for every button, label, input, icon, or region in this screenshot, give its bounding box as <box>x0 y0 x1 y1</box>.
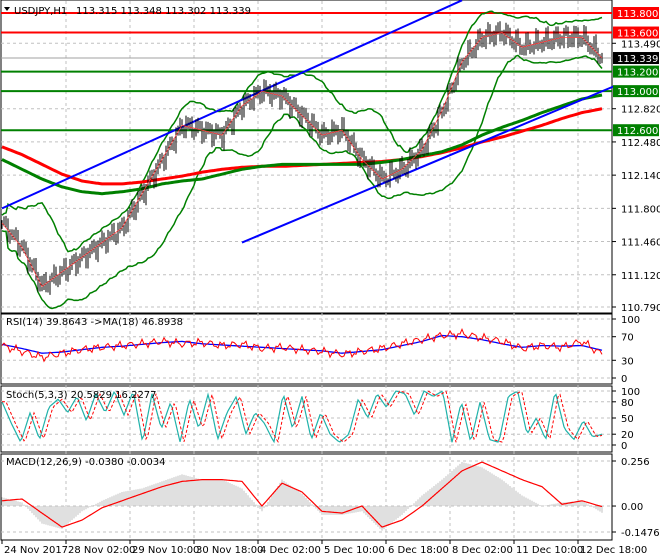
x-tick-label: 30 Nov 18:00 <box>196 545 263 556</box>
trading-chart[interactable]: 24 Nov 2017 28 Nov 02:0029 Nov 10:0030 No… <box>0 0 660 560</box>
level-tag-label: 113.000 <box>617 87 658 98</box>
level-tag-label: 113.600 <box>617 29 658 40</box>
y-tick-label: 112.820 <box>621 105 660 116</box>
y-tick-label: 113.490 <box>621 39 660 50</box>
x-tick-label: 6 Dec 18:00 <box>388 545 449 556</box>
ohlc-readout: 113.315 113.348 113.302 113.339 <box>76 6 251 17</box>
x-tick-label: 12 Dec 18:00 <box>580 545 647 556</box>
y-tick-label: 50 <box>621 414 634 425</box>
level-tag-label: 112.600 <box>617 126 658 137</box>
y-tick-label: 0 <box>621 441 627 452</box>
x-tick-label: 11 Dec 10:00 <box>516 545 583 556</box>
x-tick-label: 5 Dec 10:00 <box>324 545 385 556</box>
stoch-title: Stoch(5,3,3) 20.5829 16.2277 <box>6 390 157 401</box>
y-tick-label: 0.256 <box>621 457 650 468</box>
macd-title: MACD(12,26,9) -0.0380 -0.0034 <box>6 457 166 468</box>
axes: 24 Nov 2017 28 Nov 02:0029 Nov 10:0030 No… <box>1 7 660 556</box>
y-tick-label: 100 <box>621 315 640 326</box>
y-tick-label: 30 <box>621 356 634 367</box>
y-tick-label: 112.140 <box>621 171 660 182</box>
x-tick-label: 29 Nov 10:00 <box>132 545 199 556</box>
y-tick-label: 20 <box>621 430 634 441</box>
y-tick-label: 100 <box>621 387 640 398</box>
y-tick-label: 111.800 <box>621 204 660 215</box>
current-price-label: 113.339 <box>617 54 658 65</box>
price-panel[interactable] <box>1 0 615 310</box>
dropdown-triangle-icon[interactable] <box>4 7 10 11</box>
x-tick-label: 4 Dec 02:00 <box>260 545 321 556</box>
y-tick-label: 0 <box>621 374 627 385</box>
level-tag-label: 113.800 <box>617 9 658 20</box>
x-tick-label: 8 Dec 02:00 <box>452 545 513 556</box>
y-tick-label: 110.790 <box>621 303 660 314</box>
channel-upper <box>1 0 463 210</box>
level-tag-label: 113.200 <box>617 68 658 79</box>
y-tick-label: 111.120 <box>621 271 660 282</box>
y-tick-label: 0.00 <box>621 502 643 513</box>
macd-panel[interactable] <box>1 461 603 531</box>
y-tick-label: -0.1476 <box>621 528 660 539</box>
rsi-panel[interactable] <box>1 327 603 363</box>
y-tick-label: 70 <box>621 333 634 344</box>
x-tick-label: 28 Nov 02:00 <box>68 545 135 556</box>
y-tick-label: 80 <box>621 398 634 409</box>
x-tick-label: 24 Nov 2017 <box>4 545 68 556</box>
rsi-title: RSI(14) 39.8643 ->MA(18) 46.8938 <box>6 317 183 328</box>
symbol-label: USDJPY,H1 <box>14 6 67 17</box>
y-tick-label: 112.480 <box>621 138 660 149</box>
y-tick-label: 111.460 <box>621 238 660 249</box>
